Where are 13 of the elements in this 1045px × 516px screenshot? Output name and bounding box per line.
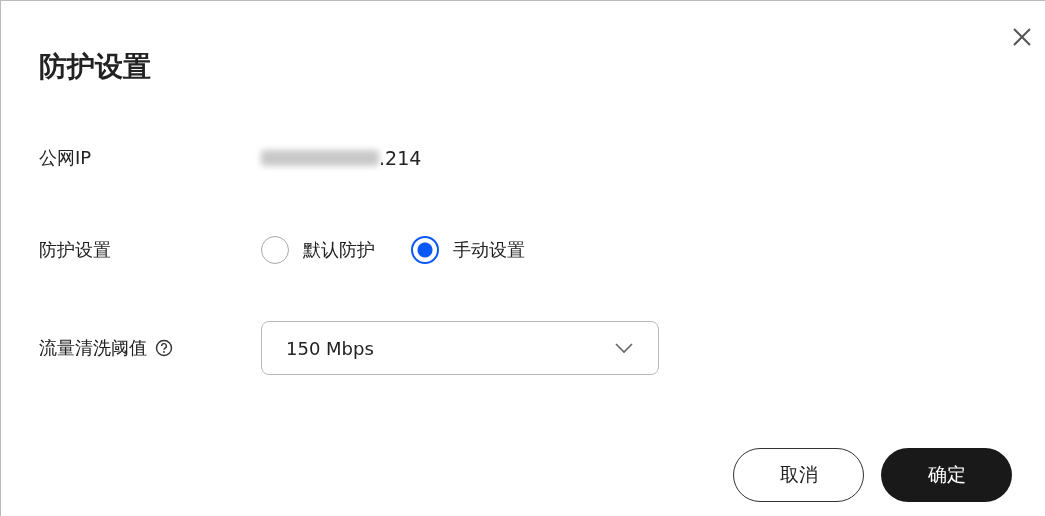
radio-option[interactable]: 默认防护 bbox=[261, 236, 375, 264]
dropdown-field[interactable]: 150 Mbps bbox=[261, 321, 659, 375]
dialog-title: 防护设置 bbox=[39, 49, 151, 85]
field-label: 流量清洗阈值 bbox=[39, 336, 147, 360]
chevron-down-icon bbox=[614, 342, 634, 354]
close-icon[interactable] bbox=[1012, 27, 1032, 47]
help-icon[interactable] bbox=[155, 339, 173, 357]
field-label: 公网IP bbox=[39, 146, 92, 170]
confirm-button[interactable]: 确定 bbox=[881, 448, 1012, 502]
field-label: 防护设置 bbox=[39, 238, 111, 262]
radio-option[interactable]: 手动设置 bbox=[411, 236, 525, 264]
field-value: .214 bbox=[379, 147, 422, 169]
cancel-button[interactable]: 取消 bbox=[733, 448, 864, 502]
